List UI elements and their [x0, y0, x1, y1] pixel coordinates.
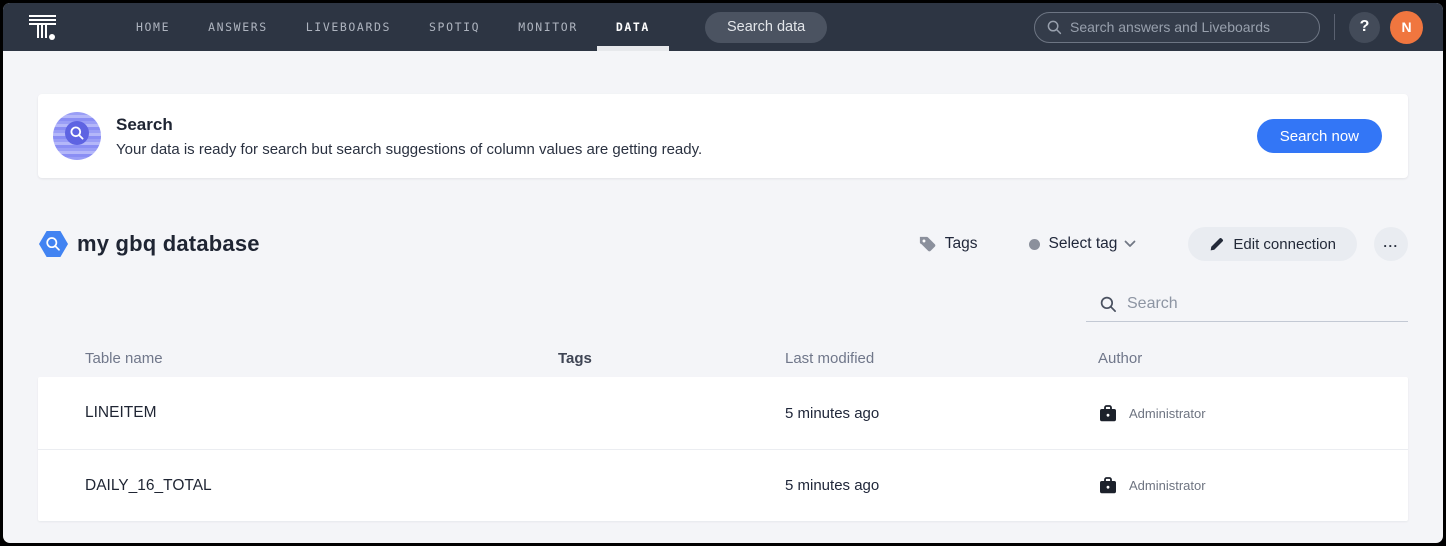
search-ready-banner: Search Your data is ready for search but…	[38, 94, 1408, 178]
nav-tab-spotiq[interactable]: SPOTIQ	[410, 3, 499, 51]
bigquery-icon	[38, 230, 69, 258]
select-tag-label: Select tag	[1048, 235, 1117, 253]
nav-tab-monitor[interactable]: MONITOR	[499, 3, 597, 51]
author-cell: Administrator	[1098, 476, 1408, 495]
global-search-box[interactable]	[1034, 12, 1320, 43]
global-search-input[interactable]	[1070, 19, 1307, 35]
tags-button[interactable]: Tags	[918, 235, 978, 254]
pencil-icon	[1209, 237, 1224, 252]
table-name-link[interactable]: DAILY_16_TOTAL	[85, 477, 558, 495]
nav-divider	[1334, 14, 1335, 40]
search-data-button[interactable]: Search data	[705, 12, 827, 43]
user-avatar[interactable]: N	[1390, 11, 1423, 44]
table-name-link[interactable]: LINEITEM	[85, 404, 558, 422]
logo-bar	[29, 15, 56, 25]
last-modified-cell: 5 minutes ago	[785, 477, 1098, 494]
tag-icon	[918, 235, 937, 254]
magnifier-icon	[65, 121, 89, 145]
primary-tabs: HOME ANSWERS LIVEBOARDS SPOTIQ MONITOR D…	[117, 3, 669, 51]
chevron-down-icon	[1124, 240, 1136, 248]
author-name: Administrator	[1129, 478, 1206, 493]
banner-text: Search Your data is ready for search but…	[116, 115, 702, 158]
select-tag-dropdown[interactable]: Select tag	[1029, 235, 1136, 253]
header-actions: Tags Select tag Edit connection ...	[918, 227, 1408, 261]
column-header-last-modified[interactable]: Last modified	[785, 350, 1098, 367]
last-modified-cell: 5 minutes ago	[785, 405, 1098, 422]
nav-tab-liveboards[interactable]: LIVEBOARDS	[287, 3, 410, 51]
search-icon	[1047, 20, 1062, 35]
table-search-input[interactable]	[1127, 295, 1404, 313]
column-header-author[interactable]: Author	[1098, 350, 1408, 367]
thoughtspot-logo[interactable]	[29, 13, 59, 41]
tag-color-dot	[1029, 239, 1040, 250]
briefcase-icon	[1098, 404, 1118, 423]
search-illustration-icon	[53, 112, 101, 160]
search-icon	[1100, 296, 1117, 313]
logo-stem	[37, 25, 48, 38]
table-header: Table name Tags Last modified Author	[38, 341, 1408, 375]
nav-tab-data[interactable]: DATA	[597, 3, 669, 51]
nav-right-group: ? N	[1034, 11, 1423, 44]
tags-label: Tags	[945, 235, 978, 253]
edit-connection-label: Edit connection	[1233, 236, 1336, 253]
more-options-button[interactable]: ...	[1374, 227, 1408, 261]
nav-tab-home[interactable]: HOME	[117, 3, 189, 51]
briefcase-icon	[1098, 476, 1118, 495]
banner-message: Your data is ready for search but search…	[116, 141, 702, 158]
column-header-table-name[interactable]: Table name	[85, 350, 558, 367]
logo-dot	[49, 34, 55, 40]
column-header-tags[interactable]: Tags	[558, 350, 785, 367]
author-cell: Administrator	[1098, 404, 1408, 423]
edit-connection-button[interactable]: Edit connection	[1188, 227, 1357, 261]
table-row[interactable]: LINEITEM 5 minutes ago Administrator	[38, 377, 1408, 449]
nav-tab-answers[interactable]: ANSWERS	[189, 3, 287, 51]
banner-title: Search	[116, 115, 702, 135]
search-now-button[interactable]: Search now	[1257, 119, 1382, 153]
table-row[interactable]: DAILY_16_TOTAL 5 minutes ago Administrat…	[38, 449, 1408, 521]
top-nav: HOME ANSWERS LIVEBOARDS SPOTIQ MONITOR D…	[3, 3, 1443, 51]
table-search-box[interactable]	[1086, 295, 1408, 322]
app-window: HOME ANSWERS LIVEBOARDS SPOTIQ MONITOR D…	[0, 0, 1446, 546]
help-button[interactable]: ?	[1349, 12, 1380, 43]
page-title: my gbq database	[77, 231, 260, 257]
author-name: Administrator	[1129, 406, 1206, 421]
table-body: LINEITEM 5 minutes ago Administrator DAI…	[38, 377, 1408, 521]
page-header: my gbq database Tags Select tag	[38, 227, 1408, 261]
